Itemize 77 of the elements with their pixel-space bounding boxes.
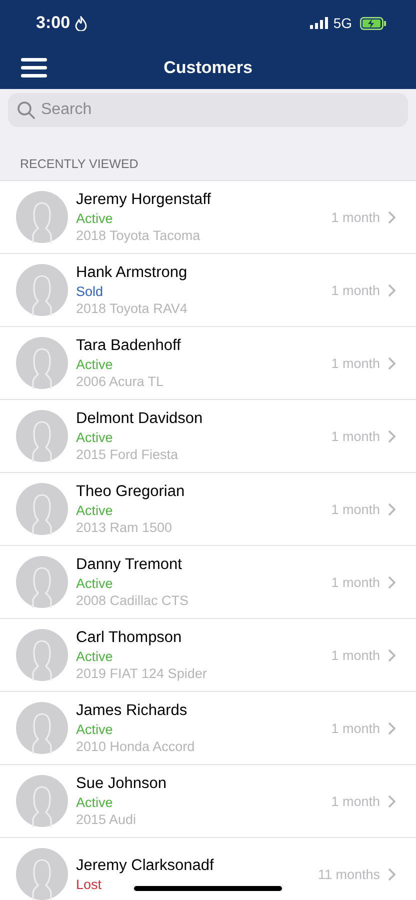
last-viewed-time: 1 month <box>331 210 380 224</box>
chevron-icon <box>388 648 396 662</box>
customer-vehicle: 2018 Toyota Tacoma <box>76 228 200 243</box>
customer-status: Active <box>76 576 113 591</box>
customer-vehicle: 2008 Cadillac CTS <box>76 593 189 608</box>
customer-row[interactable]: Hank Armstrong Sold 2018 Toyota RAV4 1 month <box>0 254 416 327</box>
customer-name: James Richards <box>76 702 188 720</box>
chevron-icon <box>388 794 396 808</box>
customer-name: Theo Gregorian <box>76 483 185 501</box>
customer-vehicle: 2010 Honda Accord <box>76 739 195 754</box>
signal-icon <box>310 17 328 29</box>
last-viewed-time: 1 month <box>331 574 380 590</box>
battery-charging-icon <box>360 16 386 30</box>
status-time: 3:00 <box>36 13 70 33</box>
avatar-icon <box>16 337 68 389</box>
last-viewed-time: 1 month <box>331 648 380 662</box>
customer-row[interactable]: Sue Johnson Active 2015 Audi 1 month <box>0 765 416 838</box>
customer-name: Delmont Davidson <box>76 410 203 428</box>
last-viewed-time: 1 month <box>331 282 380 298</box>
last-viewed-time: 1 month <box>331 794 380 808</box>
last-viewed-time: 1 month <box>331 720 380 736</box>
menu-icon[interactable] <box>21 58 47 78</box>
screen-title: Customers <box>164 58 252 78</box>
customer-vehicle: 2015 Audi <box>76 812 136 827</box>
avatar-icon <box>16 775 68 827</box>
avatar-icon <box>16 483 68 535</box>
chevron-icon <box>388 576 396 588</box>
chevron-icon <box>388 868 396 880</box>
avatar-icon <box>16 702 68 754</box>
network-label: 5G <box>333 15 352 31</box>
customer-status: Active <box>76 357 113 372</box>
customer-status: Active <box>76 211 113 226</box>
customer-vehicle: 2013 Ram 1500 <box>76 520 172 535</box>
last-viewed-time: 1 month <box>331 502 380 516</box>
avatar-icon <box>16 264 68 316</box>
chevron-icon <box>388 722 396 734</box>
customer-name: Danny Tremont <box>76 556 182 574</box>
chevron-icon <box>388 356 396 370</box>
customer-row[interactable]: Jeremy Horgenstaff Active 2018 Toyota Tacoma 1 month <box>0 181 416 254</box>
chevron-icon <box>388 210 396 224</box>
customer-status: Active <box>76 430 113 445</box>
customer-name: Tara Badenhoff <box>76 337 181 355</box>
customer-status: Active <box>76 795 113 810</box>
avatar-icon <box>16 848 68 900</box>
section-header: RECENTLY VIEWED <box>20 157 138 171</box>
customer-status: Active <box>76 722 113 737</box>
customer-row[interactable]: Theo Gregorian Active 2013 Ram 1500 1 month <box>0 473 416 546</box>
last-viewed-time: 11 months <box>318 866 380 882</box>
customer-vehicle: 2019 FIAT 124 Spider <box>76 666 207 681</box>
search-field[interactable]: Search <box>8 93 408 127</box>
last-viewed-time: 1 month <box>331 428 380 444</box>
customer-name: Jeremy Horgenstaff <box>76 191 211 209</box>
customer-name: Jeremy Clarksonadf <box>76 856 214 874</box>
chevron-icon <box>388 430 396 442</box>
chevron-icon <box>388 284 396 296</box>
chevron-icon <box>388 502 396 516</box>
flame-icon <box>75 16 88 30</box>
customer-name: Sue Johnson <box>76 775 166 793</box>
customer-row[interactable]: Tara Badenhoff Active 2006 Acura TL 1 month <box>0 327 416 400</box>
customer-status: Sold <box>76 284 104 299</box>
avatar-icon <box>16 629 68 681</box>
customer-row[interactable]: James Richards Active 2010 Honda Accord 1 month <box>0 692 416 765</box>
customer-status: Active <box>76 649 113 664</box>
customer-status: Active <box>76 503 113 518</box>
customer-row[interactable]: Delmont Davidson Active 2015 Ford Fiesta 1 month <box>0 400 416 473</box>
customer-vehicle: 2006 Acura TL <box>76 374 164 389</box>
last-viewed-time: 1 month <box>331 356 380 370</box>
customer-status: Lost <box>76 876 102 892</box>
customer-name: Hank Armstrong <box>76 264 188 282</box>
customer-row[interactable]: Carl Thompson Active 2019 FIAT 124 Spider 1 month <box>0 619 416 692</box>
avatar-icon <box>16 410 68 462</box>
customer-row[interactable]: Danny Tremont Active 2008 Cadillac CTS 1 month <box>0 546 416 619</box>
customer-vehicle: 2015 Ford Fiesta <box>76 447 178 462</box>
avatar-icon <box>16 556 68 608</box>
customer-vehicle: 2018 Toyota RAV4 <box>76 301 188 316</box>
customer-name: Carl Thompson <box>76 629 182 647</box>
avatar-icon <box>16 191 68 243</box>
